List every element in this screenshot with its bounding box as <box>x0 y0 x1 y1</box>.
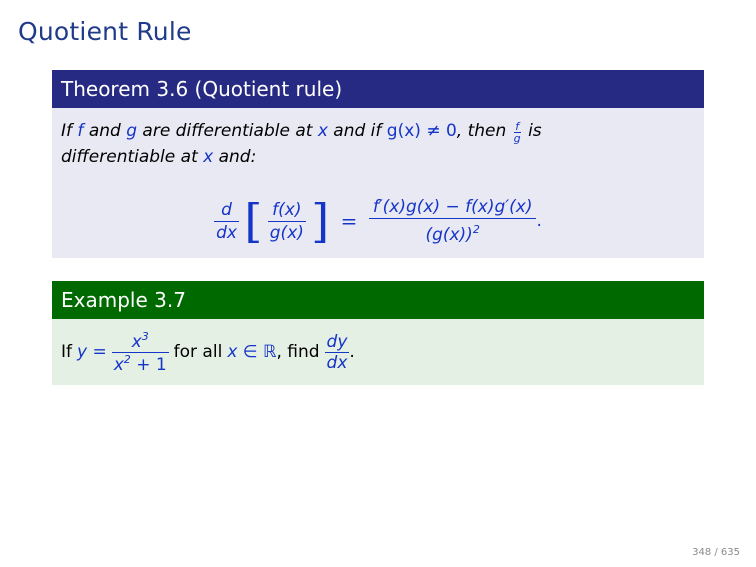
math-exponent: 2 <box>123 352 131 366</box>
inner-fraction: f(x) g(x) <box>267 199 306 244</box>
left-bracket: [ <box>244 194 263 248</box>
math-exponent: 2 <box>472 223 480 236</box>
example-heading: Example 3.7 <box>52 281 704 319</box>
rhs-fraction: f′(x)g(x) − f(x)g′(x) (g(x))2 <box>368 196 537 246</box>
math-var: g <box>513 132 521 145</box>
math-var: x <box>113 354 124 375</box>
math-expr: + 1 <box>136 354 167 375</box>
text: . <box>349 342 355 362</box>
text: differentiable at <box>61 147 198 167</box>
text: and: <box>218 147 257 167</box>
math-var: x <box>131 331 142 352</box>
text: for all <box>173 342 223 362</box>
math-var: f <box>77 121 84 141</box>
example-denominator: x2 + 1 <box>112 353 169 375</box>
rhs-denominator: (g(x))2 <box>369 219 537 246</box>
math-var: g <box>126 121 137 141</box>
example-statement: If y = x3 x2 + 1 for all x ∈ ℝ, find dy … <box>61 325 695 379</box>
text: and <box>88 121 121 141</box>
text: , find <box>276 342 320 362</box>
math-var: dx <box>216 222 237 243</box>
math-expr: x ∈ ℝ <box>227 342 277 362</box>
example-block: Example 3.7 If y = x3 x2 + 1 for all x ∈… <box>52 281 704 385</box>
theorem-block: Theorem 3.6 (Quotient rule) If f and g a… <box>52 70 704 258</box>
math-expr: f′(x)g(x) − f(x)g′(x) <box>368 196 537 219</box>
text: If <box>61 121 72 141</box>
math-expr: y = <box>77 342 107 362</box>
quotient-rule-formula: d dx [ f(x) g(x) ] = f′(x)g(x) − f(x)g′(… <box>52 196 704 246</box>
right-bracket: ] <box>311 194 330 248</box>
text: , then <box>456 121 507 141</box>
math-var: dy <box>324 331 350 353</box>
text: is <box>528 121 542 141</box>
slide-title: Quotient Rule <box>18 17 192 46</box>
math-condition: g(x) ≠ 0 <box>386 121 457 141</box>
math-var: dx <box>326 352 348 373</box>
theorem-statement: If f and g are differentiable at x and i… <box>61 118 695 170</box>
theorem-body: If f and g are differentiable at x and i… <box>52 108 704 258</box>
math-expr: f(x) <box>267 199 306 222</box>
example-fraction: x3 x2 + 1 <box>111 329 169 375</box>
math-var: x <box>203 147 214 167</box>
text: . <box>536 211 542 231</box>
text: are differentiable at <box>142 121 313 141</box>
dy-dx-fraction: dy dx <box>324 331 350 373</box>
derivative-operator: d dx <box>214 199 239 244</box>
math-expr: (g(x)) <box>425 225 473 245</box>
theorem-heading: Theorem 3.6 (Quotient rule) <box>52 70 704 108</box>
text: If <box>61 342 72 362</box>
math-var: d <box>214 199 239 222</box>
math-expr: g(x) <box>269 222 304 243</box>
example-body: If y = x3 x2 + 1 for all x ∈ ℝ, find dy … <box>52 319 704 385</box>
equals-sign: = <box>340 209 358 233</box>
example-numerator: x3 <box>111 329 169 353</box>
text: and if <box>333 121 382 141</box>
page-number: 348 / 635 <box>692 547 740 558</box>
f-over-g-fraction: f g <box>513 121 521 145</box>
math-exponent: 3 <box>141 329 149 343</box>
math-var: x <box>317 121 328 141</box>
